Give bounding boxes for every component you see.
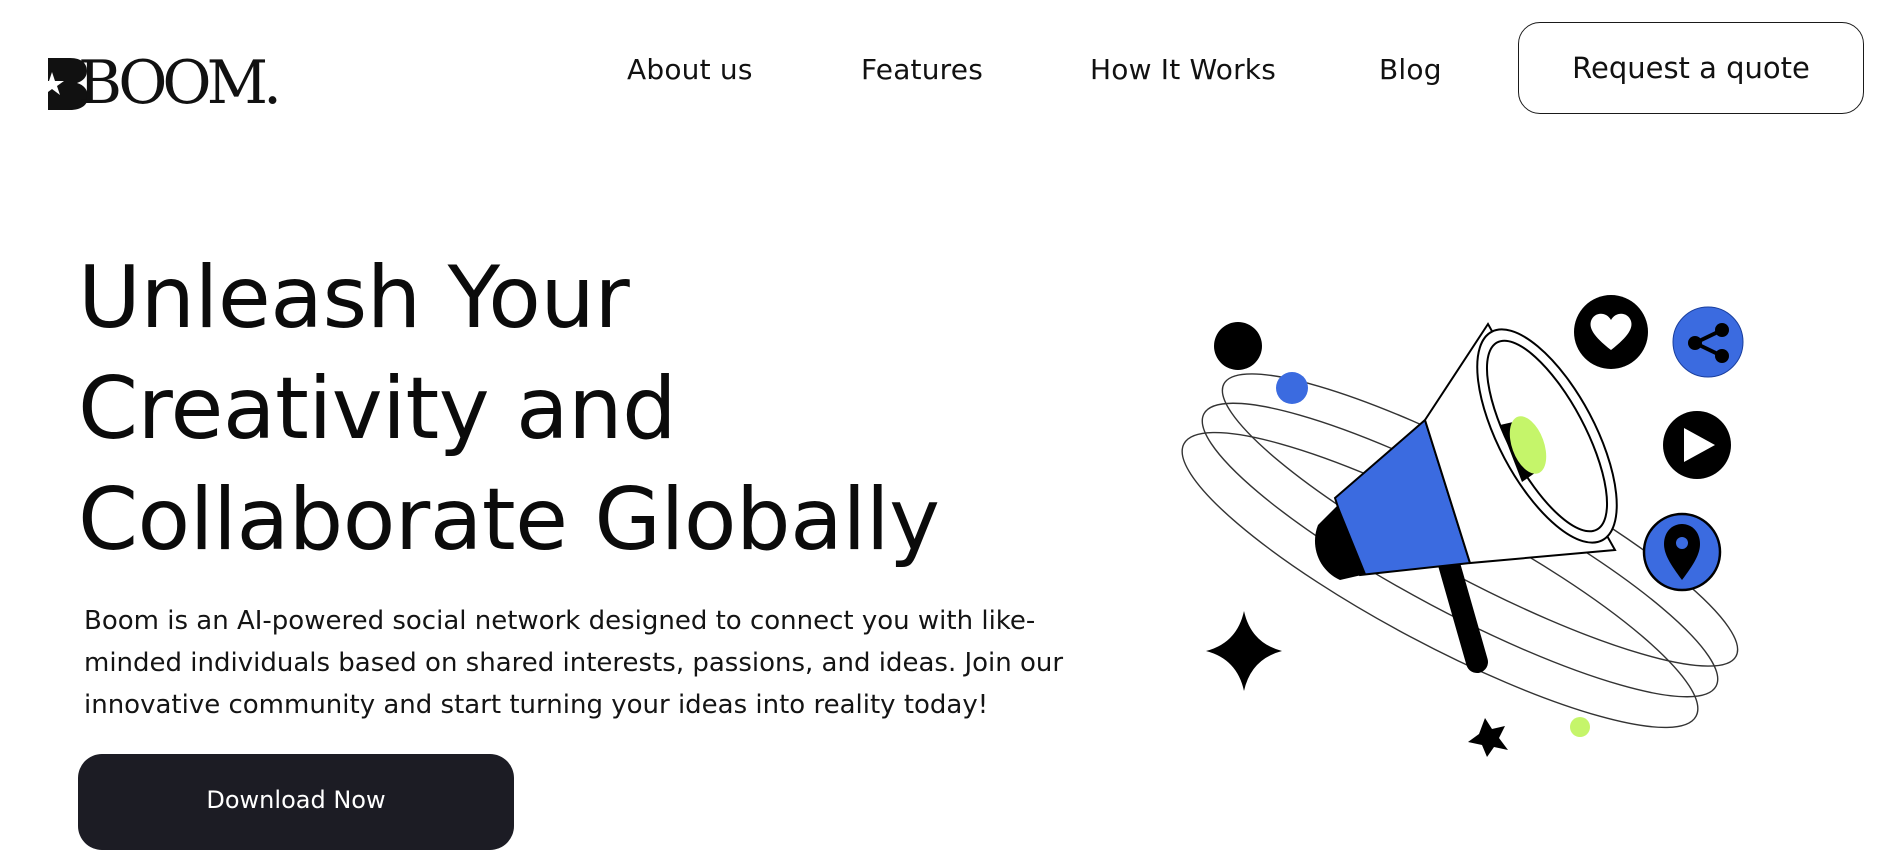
blue-dot <box>1276 372 1308 404</box>
download-now-button[interactable]: Download Now <box>78 754 514 850</box>
location-pin-icon <box>1642 512 1722 592</box>
hero-title: Unleash Your Creativity and Collaborate … <box>78 243 998 576</box>
black-dot <box>1214 322 1262 370</box>
star-icon <box>1468 718 1508 757</box>
heart-icon <box>1574 295 1648 369</box>
request-quote-button[interactable]: Request a quote <box>1518 22 1864 114</box>
lime-dot <box>1570 717 1590 737</box>
sparkle-icon <box>1206 611 1282 691</box>
hero-title-line-3: Collaborate Globally <box>78 470 940 570</box>
nav-link-how-it-works[interactable]: How It Works <box>1090 48 1276 92</box>
hero-description: Boom is an AI-powered social network des… <box>84 606 1064 720</box>
hero-illustration <box>1181 295 1744 757</box>
play-icon <box>1663 411 1731 479</box>
nav-link-features[interactable]: Features <box>861 48 983 92</box>
share-icon <box>1672 306 1744 378</box>
nav-link-blog[interactable]: Blog <box>1379 48 1442 92</box>
hero-title-line-2: Creativity and <box>78 359 677 459</box>
hero-title-line-1: Unleash Your <box>78 248 630 348</box>
nav-link-about-us[interactable]: About us <box>627 48 753 92</box>
